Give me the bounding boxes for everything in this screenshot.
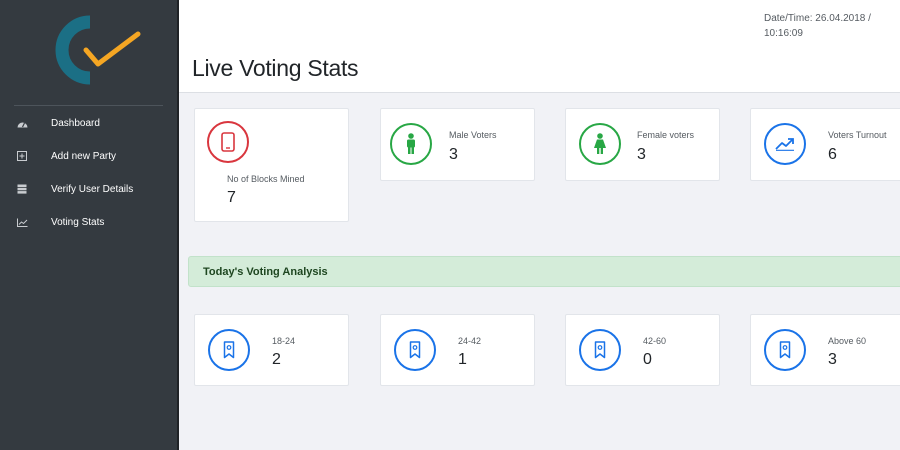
voting-analysis-banner: Today's Voting Analysis <box>188 256 900 287</box>
app-logo[interactable] <box>50 14 145 86</box>
banner-title: Today's Voting Analysis <box>203 266 328 278</box>
stat-value: 3 <box>637 146 646 163</box>
sidebar-item-dashboard[interactable]: Dashboard <box>0 111 177 135</box>
sidebar-item-label: Verify User Details <box>51 183 134 195</box>
page-title: Live Voting Stats <box>192 55 359 81</box>
age-card: 18-24 2 <box>194 314 349 386</box>
trending-up-icon <box>764 123 806 165</box>
award-icon <box>394 329 436 371</box>
stat-card-female: Female voters 3 <box>565 108 720 181</box>
stat-label: Female voters <box>637 130 695 140</box>
award-icon <box>764 329 806 371</box>
age-group-value: 3 <box>828 351 837 368</box>
age-card: Above 60 3 <box>750 314 900 386</box>
sidebar-item-verify-user[interactable]: Verify User Details <box>0 177 177 201</box>
sidebar-item-label: Voting Stats <box>51 216 105 228</box>
list-icon <box>15 182 29 196</box>
age-group-label: Above 60 <box>828 336 867 346</box>
age-group-value: 1 <box>458 351 467 368</box>
stat-card-male: Male Voters 3 <box>380 108 535 181</box>
age-group-value: 2 <box>272 351 281 368</box>
award-icon <box>208 329 250 371</box>
stat-card-turnout: Voters Turnout 6 <box>750 108 900 181</box>
sidebar-item-label: Dashboard <box>51 117 100 129</box>
age-card: 42-60 0 <box>565 314 720 386</box>
stat-value: 7 <box>227 189 236 206</box>
female-icon <box>579 123 621 165</box>
stat-label: Male Voters <box>449 130 497 140</box>
stat-label: Voters Turnout <box>828 130 887 140</box>
stat-value: 6 <box>828 146 837 163</box>
sidebar-item-label: Add new Party <box>51 150 117 162</box>
sidebar-item-voting-stats[interactable]: Voting Stats <box>0 210 177 234</box>
male-icon <box>390 123 432 165</box>
line-chart-icon <box>15 215 29 229</box>
age-group-label: 24-42 <box>458 336 482 346</box>
age-group-label: 18-24 <box>272 336 296 346</box>
page-header: Live Voting Stats Date/Time: 26.04.2018 … <box>179 0 900 93</box>
sidebar-divider <box>14 105 163 106</box>
mobile-icon <box>207 121 249 163</box>
age-card: 24-42 1 <box>380 314 535 386</box>
stat-card-blocks: No of Blocks Mined 7 <box>194 108 349 222</box>
dashboard-icon <box>15 116 29 130</box>
stat-label: No of Blocks Mined <box>227 174 305 184</box>
age-group-label: 42-60 <box>643 336 667 346</box>
plus-square-icon <box>15 149 29 163</box>
award-icon <box>579 329 621 371</box>
datetime-display: Date/Time: 26.04.2018 / 10:16:09 <box>764 13 871 39</box>
sidebar: Dashboard Add new Party Verify User Deta… <box>0 0 179 450</box>
stat-value: 3 <box>449 146 458 163</box>
sidebar-item-add-party[interactable]: Add new Party <box>0 144 177 168</box>
age-group-value: 0 <box>643 351 652 368</box>
